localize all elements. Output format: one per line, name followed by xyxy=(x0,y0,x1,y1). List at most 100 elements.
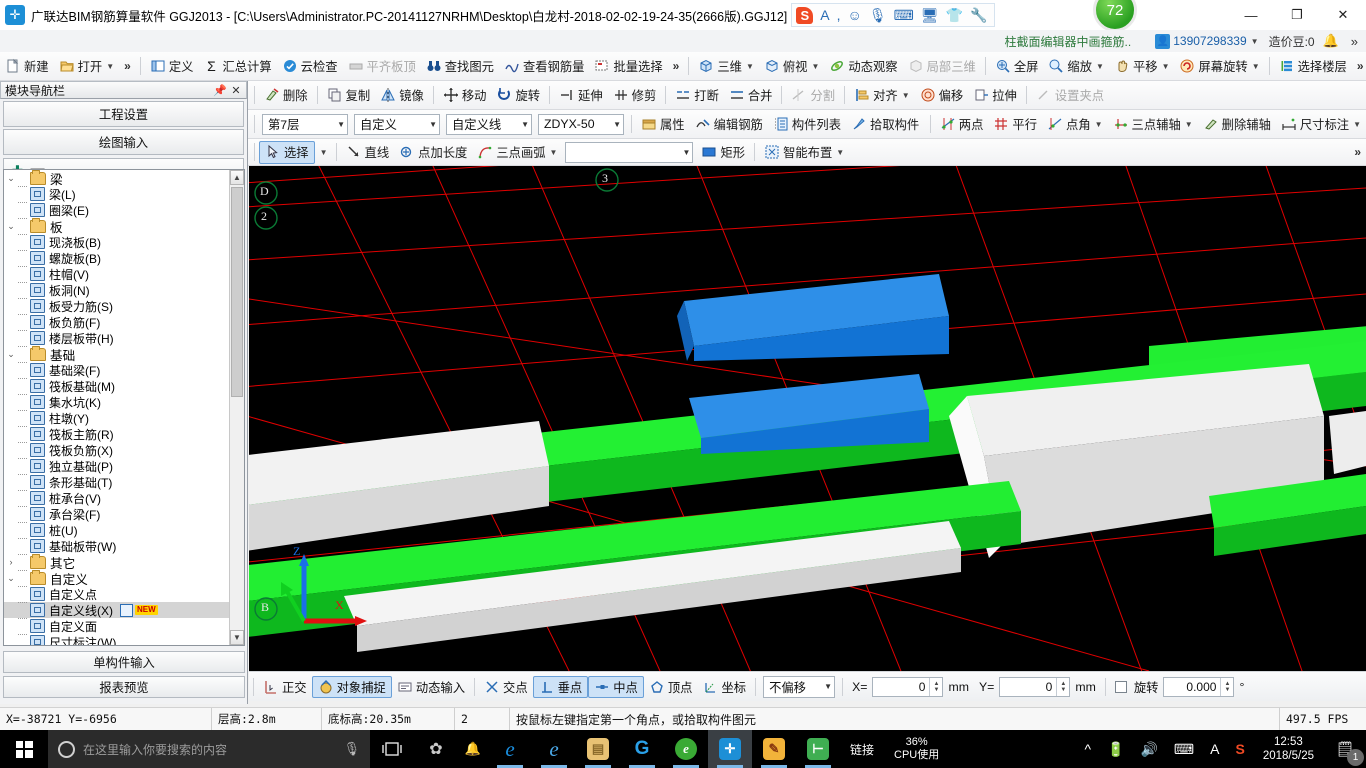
batch-select-button[interactable]: 批量选择 xyxy=(589,55,667,78)
chevron-down-icon[interactable]: ▼ xyxy=(1185,120,1193,129)
intersection-snap[interactable]: 交点 xyxy=(479,676,533,698)
member-select[interactable]: ZDYX-50 ▼ xyxy=(538,113,624,135)
ime-voice-icon[interactable]: 🎙 xyxy=(869,8,887,22)
windows-start-icon[interactable] xyxy=(0,730,48,768)
chevron-down-icon[interactable]: ▼ xyxy=(519,120,529,129)
line-tool-button[interactable]: 直线 xyxy=(341,141,395,164)
ime-mode-A-icon[interactable]: A xyxy=(820,8,829,22)
chevron-down-icon[interactable]: ▼ xyxy=(1096,62,1104,71)
toolbar-overflow-3[interactable]: » xyxy=(1352,59,1366,73)
properties-button[interactable]: 属性 xyxy=(636,113,690,136)
tree-item-28[interactable]: 自定义面 xyxy=(4,618,230,635)
delete-button[interactable]: 删除 xyxy=(259,84,313,107)
taskbar-app-explorer[interactable]: ▤ xyxy=(576,730,620,768)
three-point-arc-button[interactable]: 三点画弧 ▼ xyxy=(472,141,562,164)
two-point-axis-button[interactable]: 两点 xyxy=(935,113,989,136)
zoom-button[interactable]: 缩放 ▼ xyxy=(1043,55,1109,78)
battery-icon[interactable]: 🔋 xyxy=(1099,741,1132,758)
chevron-down-icon[interactable]: ▼ xyxy=(811,62,819,71)
chevron-down-icon[interactable]: ▼ xyxy=(1252,62,1260,71)
toolbar-overflow-2[interactable]: » xyxy=(668,59,685,73)
tree-item-21[interactable]: 承台梁(F) xyxy=(4,506,230,523)
move-button[interactable]: 移动 xyxy=(438,84,492,107)
keyboard-icon[interactable]: ⌨ xyxy=(1166,741,1202,758)
floor-select[interactable]: 第7层 ▼ xyxy=(262,113,348,135)
taskbar-app-ie[interactable]: e xyxy=(532,730,576,768)
ime-keyboard-icon[interactable]: ⌨ xyxy=(894,8,914,22)
find-element-button[interactable]: 查找图元 xyxy=(421,55,499,78)
tree-item-20[interactable]: 桩承台(V) xyxy=(4,490,230,507)
rotate-spinner[interactable]: 0.000 ▲ ▼ xyxy=(1163,676,1235,697)
tree-item-2[interactable]: 圈梁(E) xyxy=(4,202,230,219)
bell-icon[interactable]: 🔔 xyxy=(1323,33,1339,49)
tree-item-13[interactable]: 筏板基础(M) xyxy=(4,378,230,395)
chevron-right-icon[interactable]: › xyxy=(4,557,18,567)
project-settings-button[interactable]: 工程设置 xyxy=(3,101,244,127)
chevron-down-icon[interactable]: ▼ xyxy=(611,120,621,129)
chevron-down-icon[interactable]: ▼ xyxy=(681,148,691,157)
minimize-button[interactable]: — xyxy=(1228,0,1274,30)
tree-item-4[interactable]: 现浇板(B) xyxy=(4,234,230,251)
tree-item-11[interactable]: ⌄ 基础 xyxy=(4,345,230,363)
toolbar-overflow-1[interactable]: » xyxy=(119,59,136,73)
report-preview-button[interactable]: 报表预览 xyxy=(3,676,245,698)
sogou-logo-icon[interactable]: S xyxy=(796,6,814,24)
taskbar-app-edge[interactable]: e xyxy=(488,730,532,768)
task-view-icon[interactable] xyxy=(370,730,414,768)
chevron-down-icon[interactable]: ▼ xyxy=(902,91,910,100)
chevron-down-icon[interactable]: ▼ xyxy=(822,682,832,691)
tray-chevron-up-icon[interactable]: ^ xyxy=(1076,741,1099,757)
tree-item-14[interactable]: 集水坑(K) xyxy=(4,394,230,411)
object-snap-toggle[interactable]: 对象捕捉 xyxy=(311,675,392,698)
chevron-down-icon[interactable]: ▼ xyxy=(1353,120,1361,129)
perpendicular-snap[interactable]: 垂点 xyxy=(532,675,589,698)
rotate-field[interactable]: 旋转 0.000 ▲ ▼ ° xyxy=(1110,676,1250,698)
taskbar-clock[interactable]: 12:53 2018/5/25 xyxy=(1253,735,1324,763)
new-button[interactable]: 新建 xyxy=(0,55,54,78)
cloud-check-button[interactable]: 云检查 xyxy=(277,55,343,78)
toolbar-overflow-4[interactable]: » xyxy=(1349,145,1366,159)
chevron-down-icon[interactable]: ▼ xyxy=(335,120,345,129)
ime-screenshot-icon[interactable]: 🖥 xyxy=(921,8,939,22)
chevron-down-icon[interactable]: ▼ xyxy=(1095,120,1103,129)
y-spinner-arrows[interactable]: ▲ ▼ xyxy=(1056,677,1069,696)
dynamic-input-toggle[interactable]: 动态输入 xyxy=(392,676,470,698)
taskbar-link-label[interactable]: 链接 xyxy=(840,741,884,758)
select-floor-button[interactable]: 选择楼层 xyxy=(1274,55,1352,78)
point-angle-axis-button[interactable]: 点角 ▼ xyxy=(1042,113,1108,136)
scroll-thumb[interactable] xyxy=(231,187,243,397)
tree-item-15[interactable]: 柱墩(Y) xyxy=(4,410,230,427)
offset-mode-select[interactable]: 不偏移 ▼ xyxy=(763,675,836,698)
chevron-down-icon[interactable]: ⌄ xyxy=(4,173,18,184)
close-icon[interactable]: ✕ xyxy=(228,84,244,97)
arc-option-select[interactable]: ▼ xyxy=(565,141,694,163)
taskbar-app-greentool[interactable]: ⊢ xyxy=(796,730,840,768)
microphone-icon[interactable]: 🎙 xyxy=(343,741,360,757)
drag-handle[interactable] xyxy=(254,143,255,161)
chevron-down-icon[interactable]: ▼ xyxy=(106,62,114,71)
rotate-checkbox[interactable] xyxy=(1114,680,1127,693)
three-point-aux-axis-button[interactable]: 三点辅轴 ▼ xyxy=(1108,113,1198,136)
tree-item-0[interactable]: ⌄ 梁 xyxy=(4,170,230,187)
tree-item-22[interactable]: 桩(U) xyxy=(4,522,230,539)
fullscreen-button[interactable]: 全屏 xyxy=(990,55,1044,78)
rotate-value[interactable]: 0.000 xyxy=(1164,678,1220,696)
split-button[interactable]: 分割 xyxy=(786,84,840,107)
maximize-button[interactable]: ❐ xyxy=(1274,0,1320,30)
category-select[interactable]: 自定义 ▼ xyxy=(354,113,440,135)
volume-icon[interactable]: 🔊 xyxy=(1132,741,1165,758)
chevron-down-icon[interactable]: ▼ xyxy=(1251,37,1259,46)
view-3d-button[interactable]: 三维 ▼ xyxy=(693,55,759,78)
tree-item-5[interactable]: 螺旋板(B) xyxy=(4,250,230,267)
language-A-icon[interactable]: A xyxy=(1202,741,1227,757)
tree-item-3[interactable]: ⌄ 板 xyxy=(4,217,230,235)
drag-handle[interactable] xyxy=(254,115,255,133)
tree-item-25[interactable]: ⌄ 自定义 xyxy=(4,569,230,587)
delete-aux-axis-button[interactable]: 删除辅轴 xyxy=(1198,113,1276,136)
orbit-button[interactable]: 动态观察 xyxy=(824,55,902,78)
tree-item-1[interactable]: 梁(L) xyxy=(4,186,230,203)
type-select[interactable]: 自定义线 ▼ xyxy=(446,113,532,135)
scroll-up-button[interactable]: ▲ xyxy=(230,170,244,185)
y-value[interactable]: 0 xyxy=(1000,678,1056,696)
ime-settings-icon[interactable]: 🔧 xyxy=(970,8,987,22)
